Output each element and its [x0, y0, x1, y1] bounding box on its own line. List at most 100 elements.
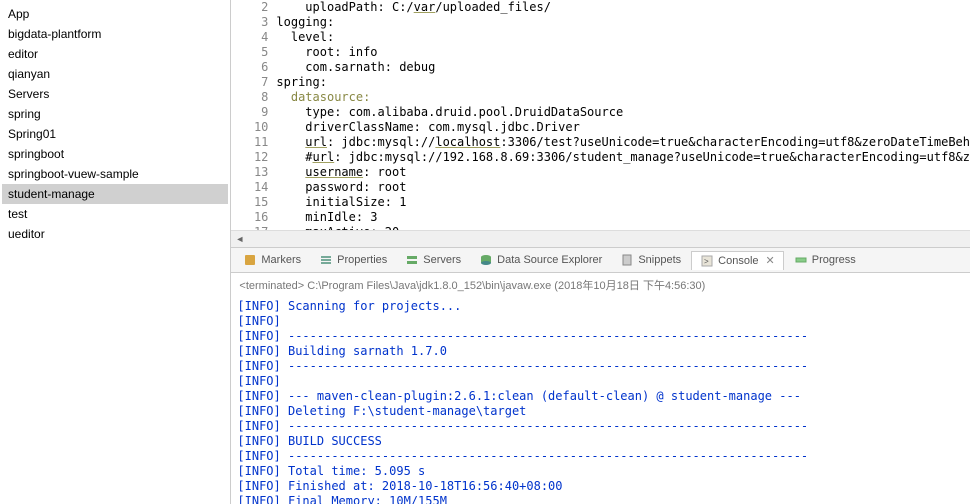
console-icon: >	[700, 254, 714, 268]
code-line[interactable]: root: info	[276, 45, 970, 60]
log-level-tag: [INFO]	[237, 299, 280, 313]
console-line: [INFO] ---------------------------------…	[237, 449, 964, 464]
project-item-editor[interactable]: editor	[2, 44, 228, 64]
console-line: [INFO] Total time: 5.095 s	[237, 464, 964, 479]
log-level-tag: [INFO]	[237, 374, 280, 388]
project-item-ueditor[interactable]: ueditor	[2, 224, 228, 244]
console-line: [INFO] Scanning for projects...	[237, 299, 964, 314]
tab-progress[interactable]: Progress	[786, 251, 864, 269]
line-number: 6	[231, 60, 268, 75]
code-line[interactable]: driverClassName: com.mysql.jdbc.Driver	[276, 120, 970, 135]
console-line: [INFO] Final Memory: 10M/155M	[237, 494, 964, 504]
line-number: 2	[231, 0, 268, 15]
console-line: [INFO] Building sarnath 1.7.0	[237, 344, 964, 359]
log-level-tag: [INFO]	[237, 359, 280, 373]
line-number: 5	[231, 45, 268, 60]
log-level-tag: [INFO]	[237, 494, 280, 504]
code-line[interactable]: level:	[276, 30, 970, 45]
code-line[interactable]: datasource:	[276, 90, 970, 105]
console-line: [INFO] ---------------------------------…	[237, 329, 964, 344]
tab-properties[interactable]: Properties	[311, 251, 395, 269]
code-editor[interactable]: 234567891011121314151617 uploadPath: C:/…	[231, 0, 970, 230]
tab-markers[interactable]: Markers	[235, 251, 309, 269]
line-number: 17	[231, 225, 268, 230]
line-number: 8	[231, 90, 268, 105]
horizontal-scrollbar[interactable]: ◄	[231, 230, 970, 247]
tab-label: Progress	[812, 254, 856, 266]
svg-text:>: >	[704, 257, 709, 266]
console-line: [INFO]	[237, 314, 964, 329]
code-line[interactable]: username: root	[276, 165, 970, 180]
tab-snippets[interactable]: Snippets	[612, 251, 689, 269]
project-item-servers[interactable]: Servers	[2, 84, 228, 104]
log-text: ----------------------------------------…	[281, 419, 808, 433]
log-level-tag: [INFO]	[237, 464, 280, 478]
console-output[interactable]: [INFO] Scanning for projects...[INFO][IN…	[231, 297, 970, 504]
project-item-student-manage[interactable]: student-manage	[2, 184, 228, 204]
line-number: 11	[231, 135, 268, 150]
line-number: 13	[231, 165, 268, 180]
code-line[interactable]: logging:	[276, 15, 970, 30]
log-text: Total time: 5.095 s	[281, 464, 426, 478]
log-text: --- maven-clean-plugin:2.6.1:clean (defa…	[281, 389, 801, 403]
log-text: Finished at: 2018-10-18T16:56:40+08:00	[281, 479, 563, 493]
console-line: [INFO] Deleting F:\student-manage\target	[237, 404, 964, 419]
line-number: 10	[231, 120, 268, 135]
tab-label: Servers	[423, 254, 461, 266]
console-line: [INFO] ---------------------------------…	[237, 359, 964, 374]
views-tabbar[interactable]: Markers Properties Servers Data Source Expl…	[231, 247, 970, 273]
log-level-tag: [INFO]	[237, 314, 280, 328]
log-text: ----------------------------------------…	[281, 449, 808, 463]
project-item-bigdata-plantform[interactable]: bigdata-plantform	[2, 24, 228, 44]
log-text: Scanning for projects...	[281, 299, 462, 313]
line-number: 12	[231, 150, 268, 165]
code-line[interactable]: uploadPath: C:/var/uploaded_files/	[276, 0, 970, 15]
code-line[interactable]: minIdle: 3	[276, 210, 970, 225]
code-line[interactable]: url: jdbc:mysql://localhost:3306/test?us…	[276, 135, 970, 150]
log-text: BUILD SUCCESS	[281, 434, 382, 448]
console-header: <terminated> C:\Program Files\Java\jdk1.…	[231, 273, 970, 297]
console-line: [INFO] ---------------------------------…	[237, 419, 964, 434]
code-line[interactable]: #url: jdbc:mysql://192.168.8.69:3306/stu…	[276, 150, 970, 165]
project-item-springboot[interactable]: springboot	[2, 144, 228, 164]
tab-label: Console	[718, 255, 758, 267]
code-line[interactable]: password: root	[276, 180, 970, 195]
console-line: [INFO]	[237, 374, 964, 389]
line-number: 7	[231, 75, 268, 90]
tab-data-source-explorer[interactable]: Data Source Explorer	[471, 251, 610, 269]
code-line[interactable]: type: com.alibaba.druid.pool.DruidDataSo…	[276, 105, 970, 120]
log-level-tag: [INFO]	[237, 389, 280, 403]
project-explorer[interactable]: Appbigdata-plantformeditorqianyanServers…	[0, 0, 230, 504]
tab-console[interactable]: > Console ✕	[691, 251, 784, 270]
tab-servers[interactable]: Servers	[397, 251, 469, 269]
line-number: 14	[231, 180, 268, 195]
code-line[interactable]: com.sarnath: debug	[276, 60, 970, 75]
log-level-tag: [INFO]	[237, 479, 280, 493]
close-icon[interactable]: ✕	[766, 254, 775, 267]
code-line[interactable]: spring:	[276, 75, 970, 90]
line-number: 3	[231, 15, 268, 30]
log-level-tag: [INFO]	[237, 344, 280, 358]
servers-icon	[405, 253, 419, 267]
tab-label: Properties	[337, 254, 387, 266]
project-item-app[interactable]: App	[2, 4, 228, 24]
code-line[interactable]: maxActive: 20	[276, 225, 970, 230]
project-item-spring01[interactable]: Spring01	[2, 124, 228, 144]
properties-icon	[319, 253, 333, 267]
log-text: Building sarnath 1.7.0	[281, 344, 447, 358]
project-item-springboot-vuew-sample[interactable]: springboot-vuew-sample	[2, 164, 228, 184]
tab-label: Data Source Explorer	[497, 254, 602, 266]
project-item-spring[interactable]: spring	[2, 104, 228, 124]
log-text: ----------------------------------------…	[281, 329, 808, 343]
log-level-tag: [INFO]	[237, 419, 280, 433]
project-item-test[interactable]: test	[2, 204, 228, 224]
log-text: Final Memory: 10M/155M	[281, 494, 447, 504]
log-level-tag: [INFO]	[237, 404, 280, 418]
scroll-left-icon[interactable]: ◄	[231, 232, 248, 247]
console-line: [INFO] BUILD SUCCESS	[237, 434, 964, 449]
code-line[interactable]: initialSize: 1	[276, 195, 970, 210]
project-item-qianyan[interactable]: qianyan	[2, 64, 228, 84]
markers-icon	[243, 253, 257, 267]
log-level-tag: [INFO]	[237, 434, 280, 448]
line-number: 4	[231, 30, 268, 45]
